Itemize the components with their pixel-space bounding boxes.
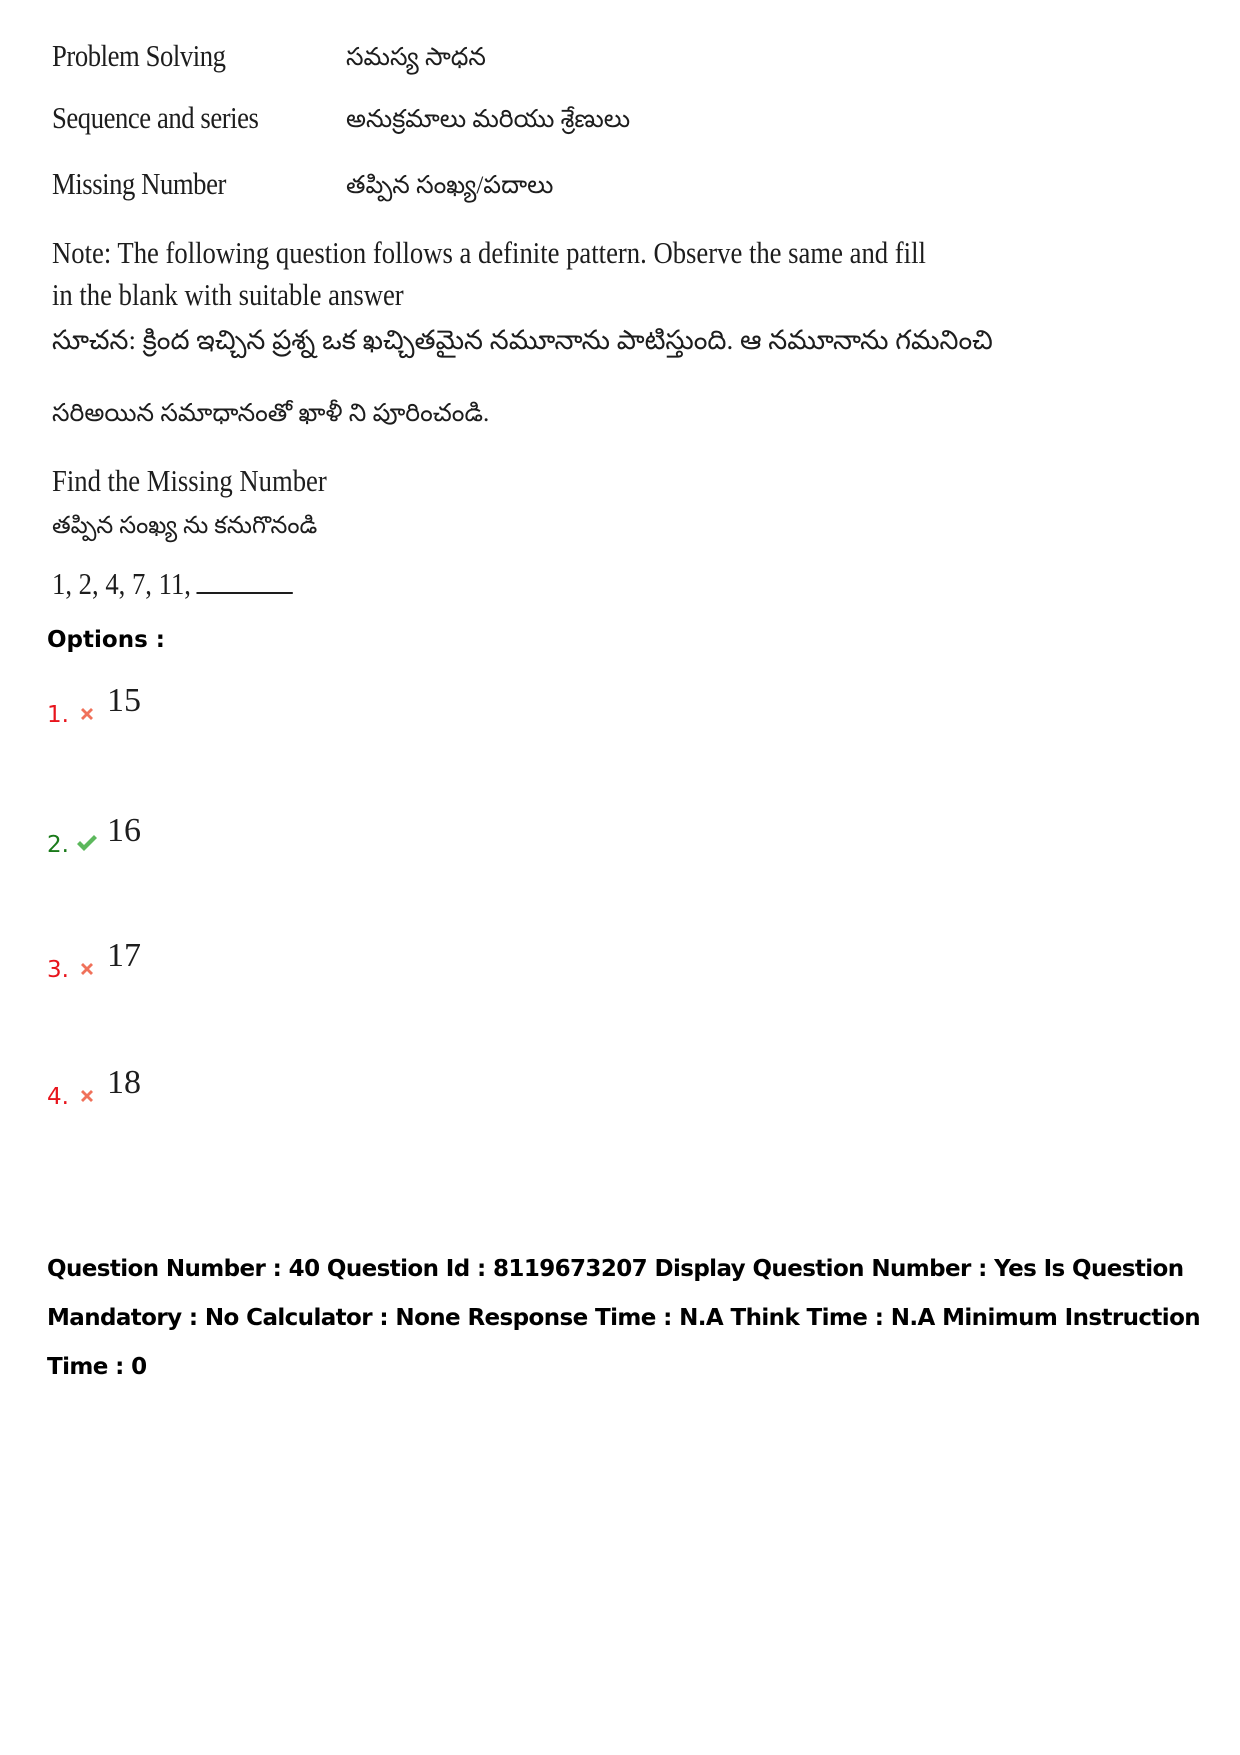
- number-sequence: 1, 2, 4, 7, 11,: [52, 566, 293, 602]
- option-number: 3.: [47, 957, 69, 983]
- topic-telugu-sequence-series: అనుక్రమాలు మరియు శ్రేణులు: [346, 106, 631, 133]
- option-value: 16: [107, 812, 141, 849]
- note-telugu-line2: సరిఅయిన సమాధానంతో ఖాళీ ని పూరించండి.: [52, 400, 490, 427]
- option-value: 18: [107, 1064, 141, 1101]
- options-label: Options :: [47, 627, 165, 653]
- cross-icon: [81, 708, 93, 720]
- question-metadata: Question Number : 40 Question Id : 81196…: [47, 1256, 1201, 1380]
- cross-icon: [81, 963, 93, 975]
- sequence-text: 1, 2, 4, 7, 11,: [52, 566, 191, 601]
- question-telugu: తప్పిన సంఖ్య ను కనుగొనండి: [52, 513, 318, 539]
- topic-telugu-missing-number: తప్పిన సంఖ్య/పదాలు: [346, 172, 554, 199]
- note-telugu-line1: సూచన: క్రింద ఇచ్చిన ప్రశ్న ఒక ఖచ్చితమైన …: [52, 325, 993, 355]
- cross-icon: [81, 1090, 93, 1102]
- topic-english-problem-solving: Problem Solving: [52, 38, 226, 73]
- topic-english-sequence-series: Sequence and series: [52, 100, 259, 135]
- note-english: Note: The following question follows a d…: [52, 235, 926, 312]
- option-number: 2.: [47, 832, 69, 858]
- question-english: Find the Missing Number: [52, 463, 327, 498]
- check-icon: [77, 835, 97, 851]
- option-value: 15: [107, 682, 141, 719]
- topic-telugu-problem-solving: సమస్య సాధన: [346, 44, 486, 71]
- answer-blank: [196, 568, 293, 594]
- option-value: 17: [107, 937, 141, 974]
- option-number: 4.: [47, 1084, 69, 1110]
- option-number: 1.: [47, 702, 69, 728]
- topic-english-missing-number: Missing Number: [52, 166, 226, 201]
